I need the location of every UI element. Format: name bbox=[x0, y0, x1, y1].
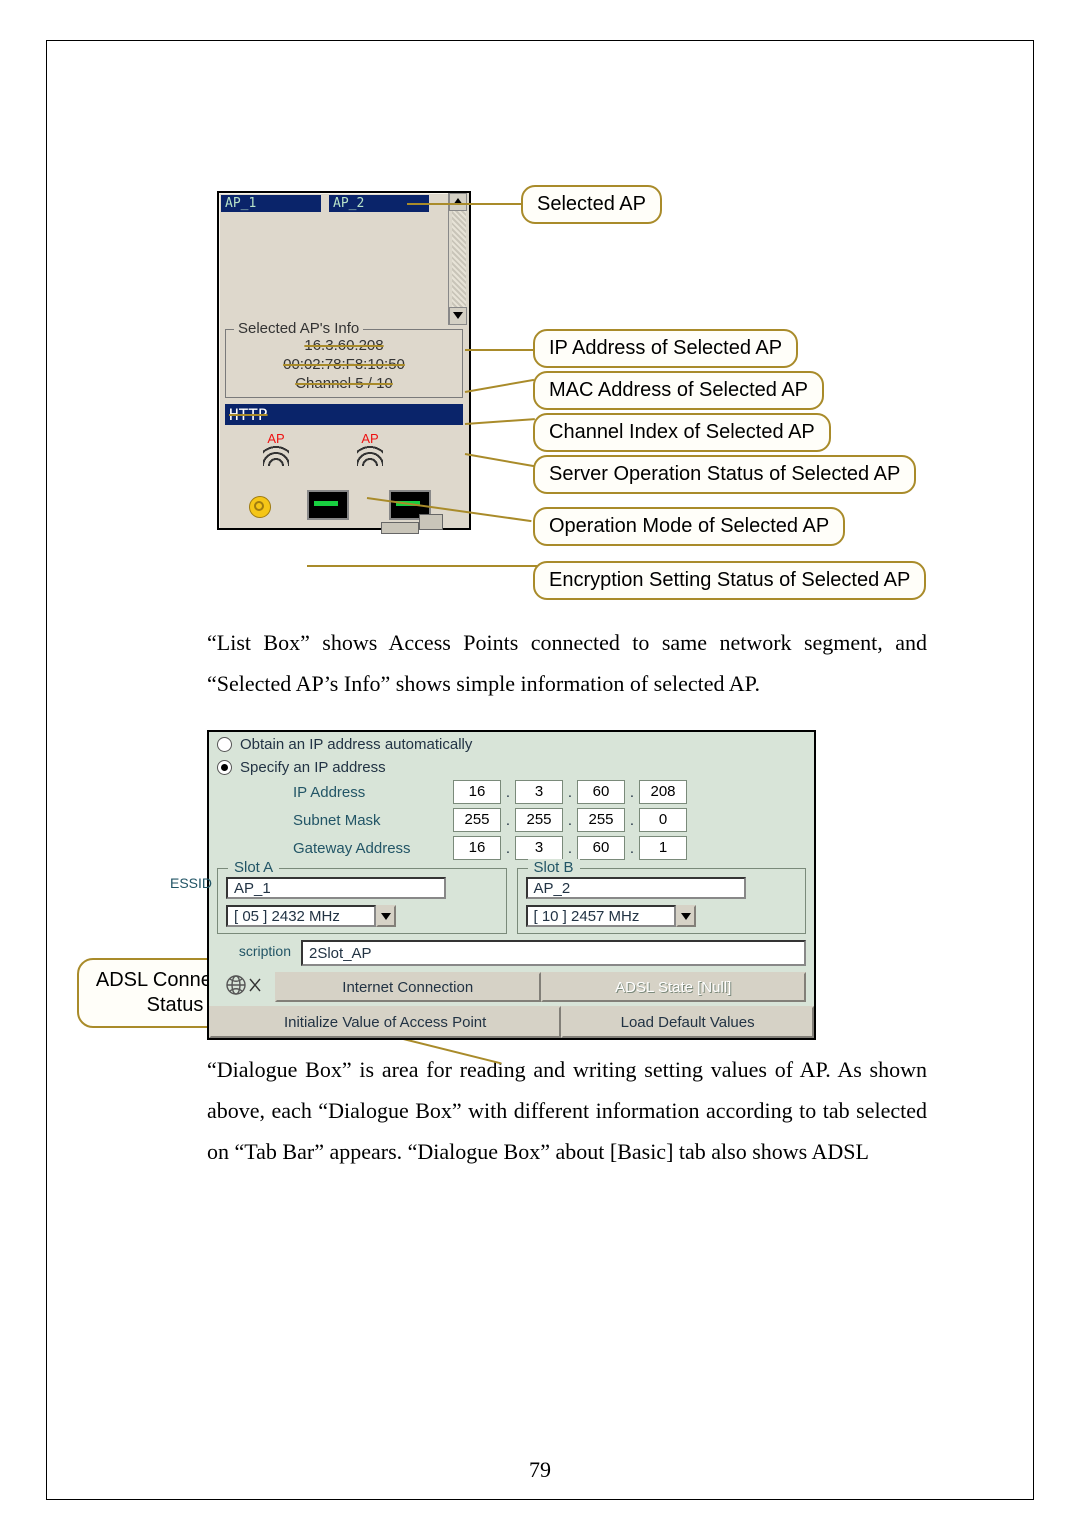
paragraph: “Dialogue Box” is area for reading and w… bbox=[207, 1050, 927, 1172]
adsl-state: ADSL State [Null] bbox=[541, 972, 807, 1002]
internet-connection-button[interactable]: Internet Connection bbox=[275, 972, 541, 1002]
callout: Server Operation Status of Selected AP bbox=[533, 455, 916, 494]
list-item[interactable]: AP_1 bbox=[221, 195, 321, 212]
monitor-icon bbox=[381, 490, 435, 524]
ip-octet-input[interactable]: 60 bbox=[577, 836, 625, 860]
radio-obtain-auto[interactable] bbox=[217, 737, 232, 752]
callout: Encryption Setting Status of Selected AP bbox=[533, 561, 926, 600]
list-item[interactable]: AP_2 bbox=[329, 195, 429, 212]
ip-octet-input[interactable]: 0 bbox=[639, 808, 687, 832]
ip-octet-input[interactable]: 16 bbox=[453, 780, 501, 804]
callout: Channel Index of Selected AP bbox=[533, 413, 831, 452]
radio-specify-ip[interactable] bbox=[217, 760, 232, 775]
callout: Operation Mode of Selected AP bbox=[533, 507, 845, 546]
ap-channel-value: Channel 5 / 10 bbox=[230, 374, 458, 393]
paragraph: “List Box” shows Access Points connected… bbox=[207, 623, 927, 704]
ip-octet-input[interactable]: 3 bbox=[515, 836, 563, 860]
ip-octet-input[interactable]: 208 bbox=[639, 780, 687, 804]
description-label: scription bbox=[217, 940, 301, 966]
selected-ap-info-group: Selected AP's Info 16.3.60.208 00:02:78:… bbox=[225, 329, 463, 398]
ip-octet-input[interactable]: 16 bbox=[453, 836, 501, 860]
dropdown-button[interactable] bbox=[676, 905, 696, 927]
radio-label: Specify an IP address bbox=[240, 759, 386, 776]
ap-ip-value: 16.3.60.208 bbox=[230, 336, 458, 355]
callout: Selected AP bbox=[521, 185, 662, 224]
ip-octet-input[interactable]: 60 bbox=[577, 780, 625, 804]
ip-octet-input[interactable]: 255 bbox=[515, 808, 563, 832]
ap-mac-value: 00:02:78:F8:10:50 bbox=[230, 355, 458, 374]
callout: MAC Address of Selected AP bbox=[533, 371, 824, 410]
ap-icon: AP bbox=[353, 431, 387, 468]
load-defaults-button[interactable]: Load Default Values bbox=[561, 1006, 814, 1038]
ip-octet-input[interactable]: 3 bbox=[515, 780, 563, 804]
slot-a-group: Slot A ESSID AP_1 [ 05 ] 2432 MHz bbox=[217, 868, 507, 934]
http-status: HTTP bbox=[225, 404, 463, 425]
callout: IP Address of Selected AP bbox=[533, 329, 798, 368]
ip-octet-input[interactable]: 255 bbox=[577, 808, 625, 832]
group-legend: Selected AP's Info bbox=[234, 320, 363, 337]
slot-b-group: Slot B AP_2 [ 10 ] 2457 MHz bbox=[517, 868, 807, 934]
page-number: 79 bbox=[47, 1457, 1033, 1483]
ip-octet-input[interactable]: 1 bbox=[639, 836, 687, 860]
dropdown-button[interactable] bbox=[376, 905, 396, 927]
essid-label: ESSID bbox=[166, 875, 212, 891]
chevron-down-icon bbox=[381, 913, 391, 920]
settings-dialog: Obtain an IP address automatically Speci… bbox=[207, 730, 816, 1040]
channel-select[interactable]: [ 05 ] 2432 MHz bbox=[226, 905, 376, 927]
description-input[interactable]: 2Slot_AP bbox=[301, 940, 806, 966]
scroll-up-button[interactable] bbox=[449, 193, 467, 211]
monitor-icon bbox=[299, 490, 353, 524]
connection-icon bbox=[217, 972, 275, 998]
subnet-mask-label: Subnet Mask bbox=[293, 812, 453, 829]
scroll-down-button[interactable] bbox=[449, 307, 467, 325]
ip-address-label: IP Address bbox=[293, 784, 453, 801]
chevron-down-icon bbox=[681, 913, 691, 920]
scrollbar[interactable] bbox=[448, 193, 469, 325]
radio-label: Obtain an IP address automatically bbox=[240, 736, 472, 753]
ap-icon: AP bbox=[259, 431, 293, 468]
essid-input[interactable]: AP_1 bbox=[226, 877, 446, 899]
essid-input[interactable]: AP_2 bbox=[526, 877, 746, 899]
ip-octet-input[interactable]: 255 bbox=[453, 808, 501, 832]
ap-list-box[interactable]: AP_1 AP_2 bbox=[219, 193, 469, 325]
channel-select[interactable]: [ 10 ] 2457 MHz bbox=[526, 905, 676, 927]
ap-info-figure: AP_1 AP_2 Selected AP's Info 16.3.60.208… bbox=[217, 191, 1003, 611]
gateway-address-label: Gateway Address bbox=[293, 840, 453, 857]
initialize-button[interactable]: Initialize Value of Access Point bbox=[209, 1006, 561, 1038]
key-icon bbox=[249, 496, 271, 518]
